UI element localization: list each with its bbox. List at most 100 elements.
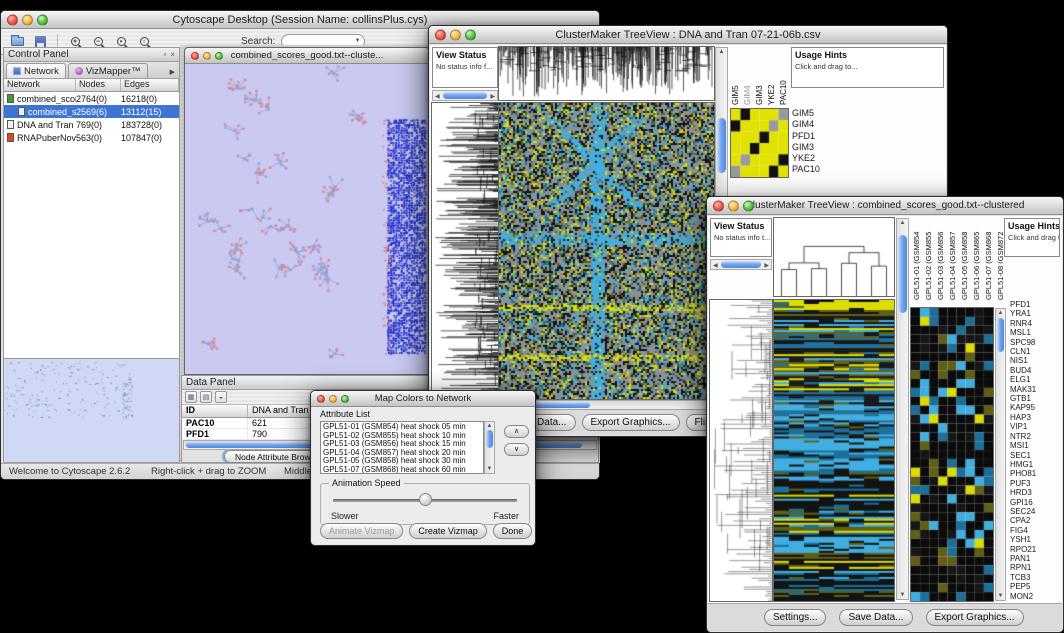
column-label[interactable]: GPL51-04 (GSM857 (947, 218, 958, 300)
move-up-button[interactable]: ∧ (504, 425, 529, 438)
column-label[interactable]: GPL51-06 (GSM865 (971, 218, 982, 300)
move-down-button[interactable]: ∨ (504, 443, 529, 456)
row-dendrogram[interactable] (710, 300, 772, 601)
row-dendrogram[interactable] (432, 103, 498, 399)
column-label[interactable]: GIM4 (743, 47, 753, 105)
cluster-heatmap[interactable] (499, 103, 714, 399)
scroll-left-icon[interactable]: ◀ (435, 93, 440, 100)
network-overview-thumbnail[interactable] (4, 358, 179, 462)
network-list-row[interactable]: combined_sco 2569(6) 13112(15) (4, 105, 179, 118)
tab-network[interactable]: Network (6, 63, 66, 78)
scroll-up-icon[interactable]: ▲ (485, 422, 494, 430)
maximize-icon[interactable] (215, 52, 223, 60)
scrollbar-thumb[interactable] (717, 118, 726, 173)
close-button[interactable] (317, 395, 325, 403)
cluster-heatmap[interactable] (774, 300, 894, 601)
tab-vizmapper[interactable]: VizMapper™ (68, 63, 148, 78)
column-label[interactable]: GPL51-03 (GSM856 (935, 218, 946, 300)
dialog-button[interactable]: Done (493, 523, 533, 539)
scrollbar-thumb[interactable] (997, 318, 1004, 352)
summary-heatmap[interactable] (731, 109, 788, 177)
scroll-right-icon[interactable]: ▶ (764, 262, 769, 269)
gene-label[interactable]: RPO21 (1010, 545, 1062, 554)
zoom-button[interactable] (465, 29, 476, 40)
scrollbar-thumb[interactable] (721, 261, 761, 268)
gene-label[interactable]: PHO81 (1010, 469, 1062, 478)
column-label[interactable]: GPL51-01 (GSM854 (911, 218, 922, 300)
column-label[interactable]: YKE2 (767, 47, 777, 105)
zoom-button[interactable] (341, 395, 349, 403)
scroll-left-icon[interactable]: ◀ (713, 262, 718, 269)
zoom-button[interactable] (743, 200, 754, 211)
column-id[interactable]: ID (182, 405, 248, 417)
column-label[interactable]: GIM5 (731, 47, 741, 105)
gene-label[interactable]: GPI16 (1010, 498, 1062, 507)
network-list-row[interactable]: combined_scores 2764(0) 16218(0) (4, 92, 179, 105)
treeview-button[interactable]: Export Graphics... (582, 414, 680, 431)
column-dendrogram[interactable] (499, 47, 714, 100)
dialog-button[interactable]: Create Vizmap (409, 523, 486, 539)
column-label[interactable]: GIM3 (755, 47, 765, 105)
network-list-row[interactable]: RNAPuberNov2+ 563(0) 107847(0) (4, 131, 179, 144)
gene-label[interactable]: GIM3 (792, 142, 852, 153)
gene-label[interactable]: HMG1 (1010, 460, 1062, 469)
gene-label[interactable]: FIG4 (1010, 526, 1062, 535)
gene-label[interactable]: CPA2 (1010, 516, 1062, 525)
minimize-button[interactable] (450, 29, 461, 40)
gene-label[interactable]: GIM4 (792, 119, 852, 130)
column-dendrogram[interactable] (774, 218, 894, 296)
gene-label[interactable]: SEC24 (1010, 507, 1062, 516)
gene-label[interactable]: PEP5 (1010, 582, 1062, 591)
minimize-button[interactable] (22, 14, 33, 25)
column-edges[interactable]: Edges (121, 79, 179, 91)
dialog-titlebar[interactable]: Map Colors to Network (311, 391, 535, 407)
select-attributes-icon[interactable]: ▦ (185, 391, 197, 403)
dialog-button[interactable]: Animate Vizmap (320, 523, 403, 539)
column-label[interactable]: PAC10 (779, 47, 789, 105)
float-panel-icon[interactable]: ▫ (163, 50, 166, 59)
gene-label[interactable]: RPN1 (1010, 563, 1062, 572)
status-scrollbar[interactable]: ◀ ▶ (432, 90, 498, 101)
gene-label[interactable]: SEC1 (1010, 451, 1062, 460)
list-vscrollbar[interactable]: ▲ ▼ (484, 421, 495, 474)
create-attribute-icon[interactable]: ▤ (200, 391, 212, 403)
network-view-canvas[interactable] (185, 64, 429, 374)
gene-label[interactable]: CLN1 (1010, 347, 1062, 356)
scrollbar-thumb[interactable] (898, 235, 907, 313)
scroll-right-icon[interactable]: ▶ (490, 93, 495, 100)
gene-label[interactable]: TCB3 (1010, 573, 1062, 582)
gene-label[interactable]: KAP95 (1010, 403, 1062, 412)
gene-label[interactable]: SPC98 (1010, 338, 1062, 347)
scrollbar-thumb[interactable] (443, 92, 487, 99)
gene-label[interactable]: YSH1 (1010, 535, 1062, 544)
gene-label[interactable]: HRD3 (1010, 488, 1062, 497)
minimize-button[interactable] (728, 200, 739, 211)
close-button[interactable] (435, 29, 446, 40)
status-scrollbar[interactable]: ◀ ▶ (710, 259, 772, 270)
treeview-button[interactable]: Export Graphics... (926, 609, 1024, 626)
gene-label[interactable]: BUD4 (1010, 366, 1062, 375)
scroll-down-icon[interactable]: ▼ (485, 465, 494, 473)
treeview-button[interactable]: Save Data... (839, 609, 912, 626)
zoom-vscrollbar[interactable]: ▲ ▼ (995, 308, 1006, 601)
tab-overflow-arrow-icon[interactable]: ▶ (170, 68, 177, 78)
gene-label[interactable]: PFD1 (1010, 300, 1062, 309)
combo-arrow-icon[interactable]: ▼ (355, 38, 361, 44)
gene-label[interactable]: YRA1 (1010, 309, 1062, 318)
gene-label[interactable]: HAP3 (1010, 413, 1062, 422)
treeview-button[interactable]: Settings... (764, 609, 826, 626)
gene-label[interactable]: ELG1 (1010, 375, 1062, 384)
gene-label[interactable]: MSI1 (1010, 441, 1062, 450)
scroll-up-icon[interactable]: ▲ (716, 48, 727, 56)
gene-label[interactable]: GTB1 (1010, 394, 1062, 403)
scroll-down-icon[interactable]: ▼ (897, 591, 908, 599)
gene-label[interactable]: MON2 (1010, 592, 1062, 601)
scroll-down-icon[interactable]: ▼ (996, 592, 1005, 600)
scrollbar-thumb[interactable] (486, 430, 493, 448)
gene-label[interactable]: PAN1 (1010, 554, 1062, 563)
zoom-button[interactable] (37, 14, 48, 25)
close-panel-icon[interactable]: × (170, 50, 175, 59)
zoom-heatmap[interactable] (911, 308, 993, 601)
heatmap-vscrollbar[interactable]: ▲ ▼ (896, 218, 909, 600)
treeview2-titlebar[interactable]: ClusterMaker TreeView : combined_scores_… (707, 197, 1063, 215)
